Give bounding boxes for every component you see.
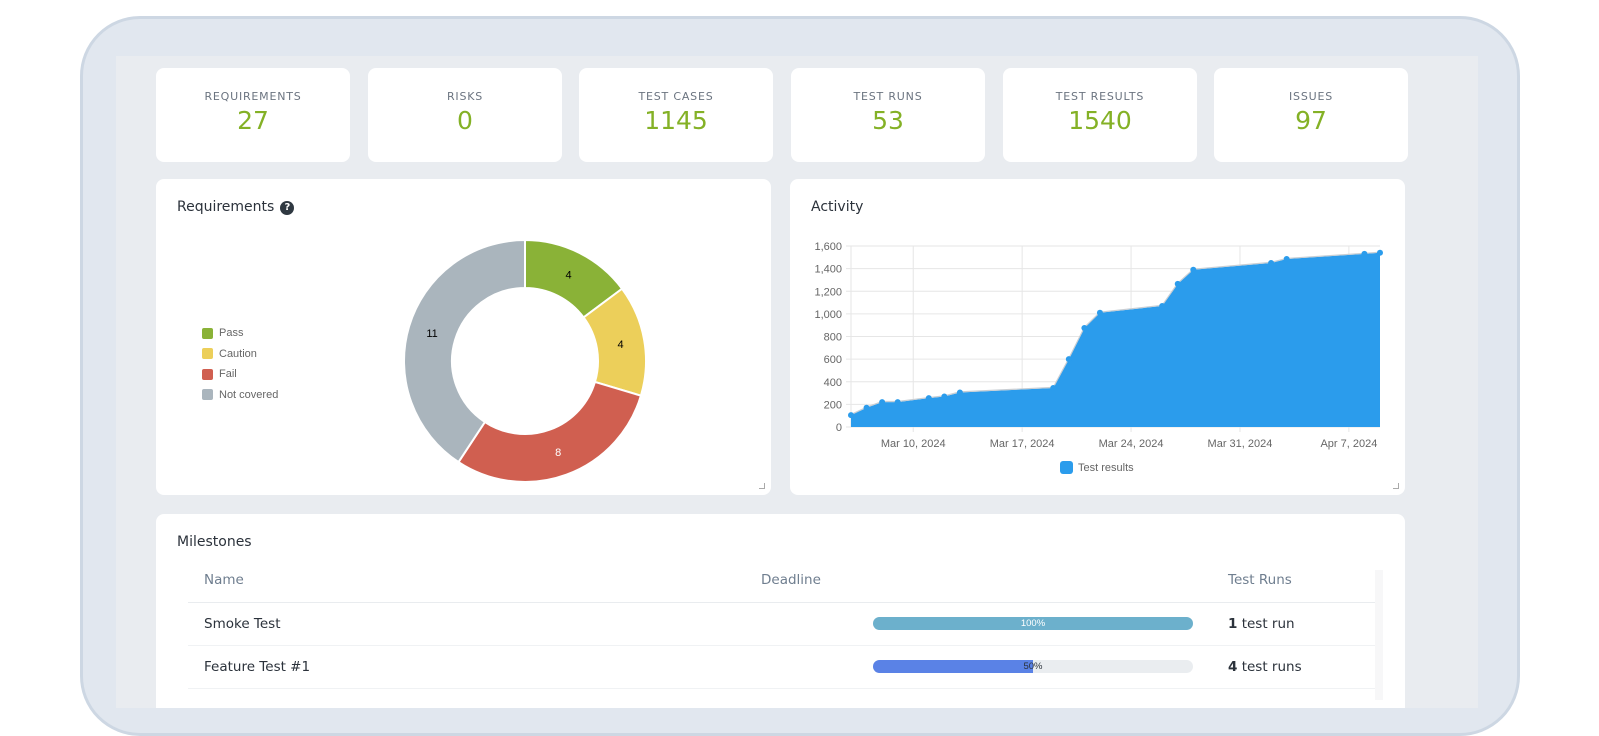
stat-value: 27: [237, 106, 269, 135]
stat-label: ISSUES: [1289, 90, 1333, 103]
stat-label: REQUIREMENTS: [204, 90, 302, 103]
data-point: [848, 412, 854, 419]
data-point: [894, 399, 901, 406]
activity-area-chart: 0 200 400 600 800 1,000 1,200 1,400 1,600 Mar 10,…: [814, 241, 1383, 450]
runs-label: test run: [1241, 615, 1295, 632]
data-point: [1050, 384, 1057, 391]
stat-card-test-results[interactable]: TEST RESULTS 1540: [1003, 68, 1197, 162]
donut-data-label: 4: [565, 269, 571, 281]
legend-label: Test results: [1078, 461, 1134, 474]
data-point: [1174, 280, 1181, 287]
data-point: [863, 404, 870, 411]
y-tick-label: 1,200: [814, 286, 842, 298]
milestone-progress-cell: 100%: [761, 602, 1228, 646]
stat-value: 53: [872, 106, 904, 135]
data-point: [956, 389, 963, 396]
milestones-table: Name Deadline Test Runs Smoke Test 100% …: [188, 558, 1376, 689]
dashboard-screen: REQUIREMENTS 27 RISKS 0 TEST CASES 1145 …: [116, 56, 1478, 708]
data-point: [1096, 309, 1103, 316]
legend-swatch: [1060, 461, 1073, 474]
runs-count: 1: [1228, 615, 1238, 632]
runs-count: 4: [1228, 658, 1238, 675]
x-tick-label: Mar 10, 2024: [881, 438, 946, 450]
y-tick-label: 400: [824, 377, 842, 389]
table-header-row: Name Deadline Test Runs: [188, 558, 1376, 603]
stat-value: 1540: [1068, 106, 1132, 135]
y-tick-label: 1,000: [814, 309, 842, 321]
activity-legend[interactable]: Test results: [1060, 461, 1134, 474]
stat-card-test-runs[interactable]: TEST RUNS 53: [791, 68, 985, 162]
table-scrollbar[interactable]: [1375, 570, 1383, 700]
progress-bar: 50%: [873, 660, 1193, 673]
milestones-panel: Milestones Name Deadline Test Runs Smoke…: [156, 514, 1405, 708]
stat-label: RISKS: [446, 90, 484, 103]
milestone-name[interactable]: Feature Test #1: [188, 645, 761, 689]
data-point: [1268, 259, 1275, 266]
x-tick-label: Apr 7, 2024: [1320, 438, 1377, 450]
milestones-title: Milestones: [177, 534, 252, 550]
donut-data-label: 4: [617, 339, 623, 351]
data-point: [941, 393, 948, 400]
data-point: [925, 395, 932, 402]
stat-value: 1145: [644, 106, 708, 135]
data-point: [879, 399, 886, 406]
stat-value: 97: [1295, 106, 1327, 135]
stat-card-test-cases[interactable]: TEST CASES 1145: [579, 68, 773, 162]
table-row[interactable]: Feature Test #1 50% 4 test runs: [188, 645, 1376, 689]
area-fill-test-results: [851, 252, 1380, 427]
data-point: [1377, 249, 1383, 256]
stat-card-requirements[interactable]: REQUIREMENTS 27: [156, 68, 350, 162]
column-header-deadline[interactable]: Deadline: [761, 558, 1228, 603]
data-point: [1361, 250, 1368, 257]
donut-slice-not-covered: [403, 238, 526, 464]
y-tick-label: 600: [824, 354, 842, 366]
requirements-panel: Requirements? Pass Caution Fail Not cove…: [156, 179, 771, 495]
y-tick-label: 800: [824, 332, 842, 344]
table-row[interactable]: Smoke Test 100% 1 test run: [188, 602, 1376, 646]
column-header-name[interactable]: Name: [188, 558, 761, 603]
stat-label: TEST RESULTS: [1055, 90, 1145, 103]
y-tick-label: 200: [824, 399, 842, 411]
stat-label: TEST RUNS: [853, 90, 923, 103]
progress-bar: 100%: [873, 617, 1193, 630]
progress-label: 50%: [1023, 661, 1043, 672]
x-tick-label: Mar 31, 2024: [1208, 438, 1273, 450]
milestone-runs[interactable]: 4 test runs: [1228, 645, 1376, 689]
data-point: [1283, 256, 1290, 263]
x-tick-label: Mar 17, 2024: [990, 438, 1055, 450]
milestone-runs[interactable]: 1 test run: [1228, 602, 1376, 646]
y-tick-label: 0: [836, 422, 842, 434]
milestone-progress-cell: 50%: [761, 645, 1228, 689]
stat-card-risks[interactable]: RISKS 0: [368, 68, 562, 162]
data-point: [1190, 266, 1197, 273]
requirements-donut-chart: 4 4 8 11: [403, 238, 647, 483]
stat-label: TEST CASES: [638, 90, 714, 103]
y-tick-label: 1,400: [814, 264, 842, 276]
stat-value: 0: [457, 106, 473, 135]
resize-handle-icon[interactable]: [759, 483, 765, 489]
runs-label: test runs: [1241, 658, 1302, 675]
donut-data-label: 8: [555, 447, 561, 459]
activity-panel: Activity 0 200 400 600 800 1,000 1,200 1,400 1,6…: [790, 179, 1405, 495]
data-point: [1159, 302, 1166, 309]
resize-handle-icon[interactable]: [1393, 483, 1399, 489]
milestone-name[interactable]: Smoke Test: [188, 602, 761, 646]
stat-card-issues[interactable]: ISSUES 97: [1214, 68, 1408, 162]
progress-label: 100%: [1020, 618, 1046, 629]
donut-slice-fail: [457, 380, 643, 483]
data-point: [1065, 356, 1072, 363]
donut-data-label: 11: [426, 328, 437, 340]
x-tick-label: Mar 24, 2024: [1099, 438, 1164, 450]
y-tick-label: 1,600: [814, 241, 842, 253]
data-point: [1081, 325, 1088, 332]
column-header-test-runs[interactable]: Test Runs: [1228, 558, 1376, 603]
